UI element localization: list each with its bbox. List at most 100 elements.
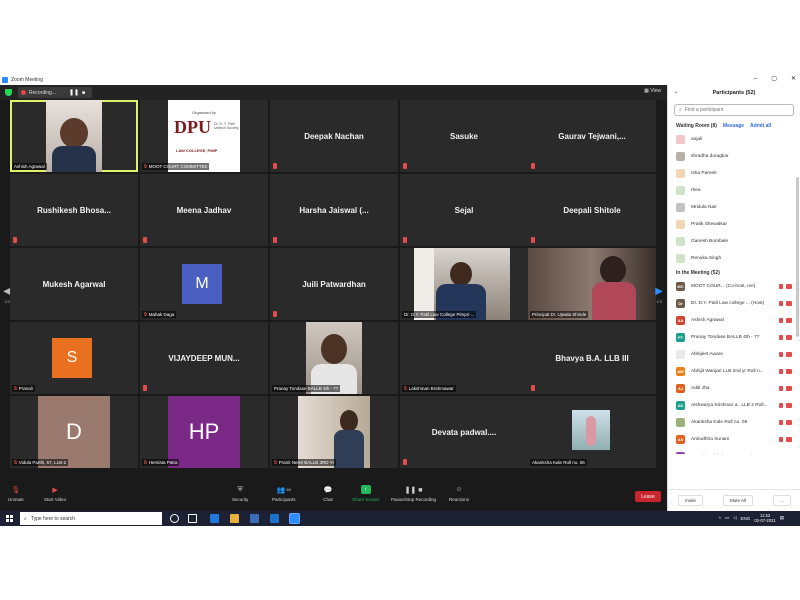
cortana-icon[interactable]: [170, 514, 179, 523]
participant-name: Ganesh Bombale: [691, 239, 729, 244]
video-tile[interactable]: Dr. D.Y. Patil Law College Pimpri-...: [400, 248, 528, 320]
participant-search[interactable]: ⌕: [674, 104, 794, 116]
start-video-button[interactable]: ▶ Start Video: [44, 485, 66, 503]
leave-button[interactable]: Leave: [635, 491, 661, 502]
participant-row[interactable]: anjali: [668, 131, 800, 148]
video-tile[interactable]: Devata padwal....: [400, 396, 528, 468]
muted-mic-icon: [779, 318, 783, 323]
participant-row[interactable]: Mridula Nair: [668, 199, 800, 216]
participant-row[interactable]: Renuka Singh: [668, 250, 800, 267]
participant-row[interactable]: Ganesh Bombale: [668, 233, 800, 250]
zoom-taskbar-icon[interactable]: [289, 513, 300, 524]
video-tile[interactable]: Pranay Tondase BALLB 4th - 77: [270, 322, 398, 394]
participant-avatar: [676, 254, 685, 263]
participant-row[interactable]: PT Pranay Tondase BALLB 4th - 77: [668, 329, 800, 346]
video-tile[interactable]: Juili Patwardhan: [270, 248, 398, 320]
collapse-chevron-icon[interactable]: ⌄: [674, 89, 678, 95]
tray-up-arrow-icon[interactable]: ^: [719, 516, 721, 521]
video-tile[interactable]: HP ⍉ Hemlata Patra: [140, 396, 268, 468]
in-meeting-header: In the Meeting (52): [668, 267, 800, 278]
share-screen-button[interactable]: ↑ Share Screen: [352, 485, 380, 502]
video-tile[interactable]: Deepak Nachan: [270, 100, 398, 172]
video-tile[interactable]: Meena Jadhav: [140, 174, 268, 246]
participant-status-icons: [779, 369, 792, 374]
record-dot-icon: [21, 90, 26, 95]
participant-row[interactable]: AK Aishwarya Krishnan a.. LLB 2 Roll...: [668, 397, 800, 414]
video-tile[interactable]: VIJAYDEEP MUN...: [140, 322, 268, 394]
video-tile[interactable]: Organised by DPU Dr. D. Y. Patil Unitech…: [140, 100, 268, 172]
participant-row[interactable]: AS Anirudhha Sunani: [668, 431, 800, 448]
muted-mic-icon: 🎙: [11, 486, 21, 494]
participant-row[interactable]: AA Ashish Agrawal: [668, 312, 800, 329]
network-icon[interactable]: ▭: [725, 515, 729, 521]
task-view-icon[interactable]: [188, 514, 197, 523]
participant-row[interactable]: AW Abhijit Wanjari LLB 2nd yr Roll n...: [668, 363, 800, 380]
volume-icon[interactable]: ◁: [733, 515, 736, 521]
pause-recording-icon[interactable]: ❚❚: [69, 89, 79, 96]
video-tile[interactable]: ⍉ Pranit Nerre BALLB 3RD Yr: [270, 396, 398, 468]
video-tile[interactable]: Bhavya B.A. LLB III: [528, 322, 656, 394]
participant-row[interactable]: Akanksha Kale Roll no. 06: [668, 414, 800, 431]
participants-button[interactable]: 👥 60 Participants: [272, 485, 296, 503]
participant-status-icons: [779, 403, 792, 408]
minimize-button[interactable]: –: [754, 74, 757, 85]
mail-icon[interactable]: [270, 514, 279, 523]
participant-row[interactable]: Dr Dr. D.Y. Patil Law college ... (Host): [668, 295, 800, 312]
view-button[interactable]: ▦ View: [644, 88, 661, 94]
reactions-button[interactable]: ☺ Reactions: [449, 485, 469, 502]
participant-row[interactable]: Pratik Shewalkar: [668, 216, 800, 233]
maximize-button[interactable]: ▢: [771, 74, 777, 85]
clock[interactable]: 11:53 02-07-2021: [754, 513, 775, 523]
video-tile[interactable]: Akanksha Kale Roll no. 06: [528, 396, 656, 468]
notification-icon[interactable]: ▤: [780, 515, 784, 521]
language-indicator[interactable]: ENG: [741, 516, 751, 521]
video-tile[interactable]: Gaurav Tejwani,...: [528, 100, 656, 172]
video-tile[interactable]: Mukesh Agarwal: [10, 248, 138, 320]
invite-button[interactable]: Invite: [678, 495, 703, 506]
video-tile[interactable]: Sasuke: [400, 100, 528, 172]
participant-name: Akanksha Kale Roll no. 06: [691, 420, 748, 425]
message-link[interactable]: Message: [723, 123, 744, 129]
video-tile[interactable]: Rushikesh Bhosa...: [10, 174, 138, 246]
video-tile[interactable]: ⍉ Lakshman Brahmawar: [400, 322, 528, 394]
chat-button[interactable]: 💬 Chat: [323, 485, 333, 503]
participant-row[interactable]: AJ Aditi Jha: [668, 380, 800, 397]
file-explorer-icon[interactable]: [230, 514, 239, 523]
unmute-button[interactable]: 🎙 Unmute: [8, 485, 24, 503]
more-button[interactable]: ...: [773, 495, 791, 506]
panel-scrollbar[interactable]: [796, 177, 799, 337]
participant-row[interactable]: Isha Pareek: [668, 165, 800, 182]
participant-row[interactable]: shradha duragkar: [668, 148, 800, 165]
edge-icon[interactable]: [210, 514, 219, 523]
video-tile[interactable]: Principal Dr. Ujwala Shinde: [528, 248, 656, 320]
video-tile[interactable]: Sejal: [400, 174, 528, 246]
pause-stop-recording-button[interactable]: ❚❚ ■ Pause/Stop Recording: [391, 485, 436, 503]
participant-row[interactable]: MC MOOT COUR... (Co-host, me): [668, 278, 800, 295]
video-tile[interactable]: D ⍉ Vidula Parthi, 57, LLB-2: [10, 396, 138, 468]
participant-row[interactable]: ASAnushka Shinde, BALLB 3rd Year: [668, 448, 800, 454]
admit-all-link[interactable]: Admit all: [750, 123, 771, 129]
store-icon[interactable]: [250, 514, 259, 523]
participant-avatar: [676, 169, 685, 178]
participant-video: [528, 248, 656, 320]
security-button[interactable]: ⛨ Security: [232, 485, 248, 503]
banner-side: Dr. D. Y. Patil Unitech Society: [214, 122, 239, 130]
video-tile[interactable]: Ashish Agrawal: [10, 100, 138, 172]
next-page-button[interactable]: ▶ 1/3: [655, 286, 663, 304]
participant-row[interactable]: Abhijeet Aware: [668, 346, 800, 363]
video-tile[interactable]: Harsha Jaiswal (...: [270, 174, 398, 246]
video-off-icon: [786, 420, 792, 425]
taskbar-search[interactable]: ⌕ Type here to search: [20, 512, 162, 525]
security-shield-icon[interactable]: [5, 89, 12, 96]
windows-start-button[interactable]: [6, 515, 13, 522]
video-tile[interactable]: Deepali Shitole: [528, 174, 656, 246]
video-tile[interactable]: S ⍉ Pranali: [10, 322, 138, 394]
participant-row[interactable]: rhea: [668, 182, 800, 199]
mute-all-button[interactable]: Mute All: [722, 495, 753, 506]
stop-recording-icon[interactable]: ■: [82, 90, 85, 96]
participant-avatar: Dr: [676, 299, 685, 308]
search-input[interactable]: [684, 107, 775, 113]
video-tile[interactable]: M ⍉ Mahak Daga: [140, 248, 268, 320]
close-button[interactable]: ✕: [791, 74, 796, 85]
participants-icon: 👥 60: [276, 486, 291, 494]
